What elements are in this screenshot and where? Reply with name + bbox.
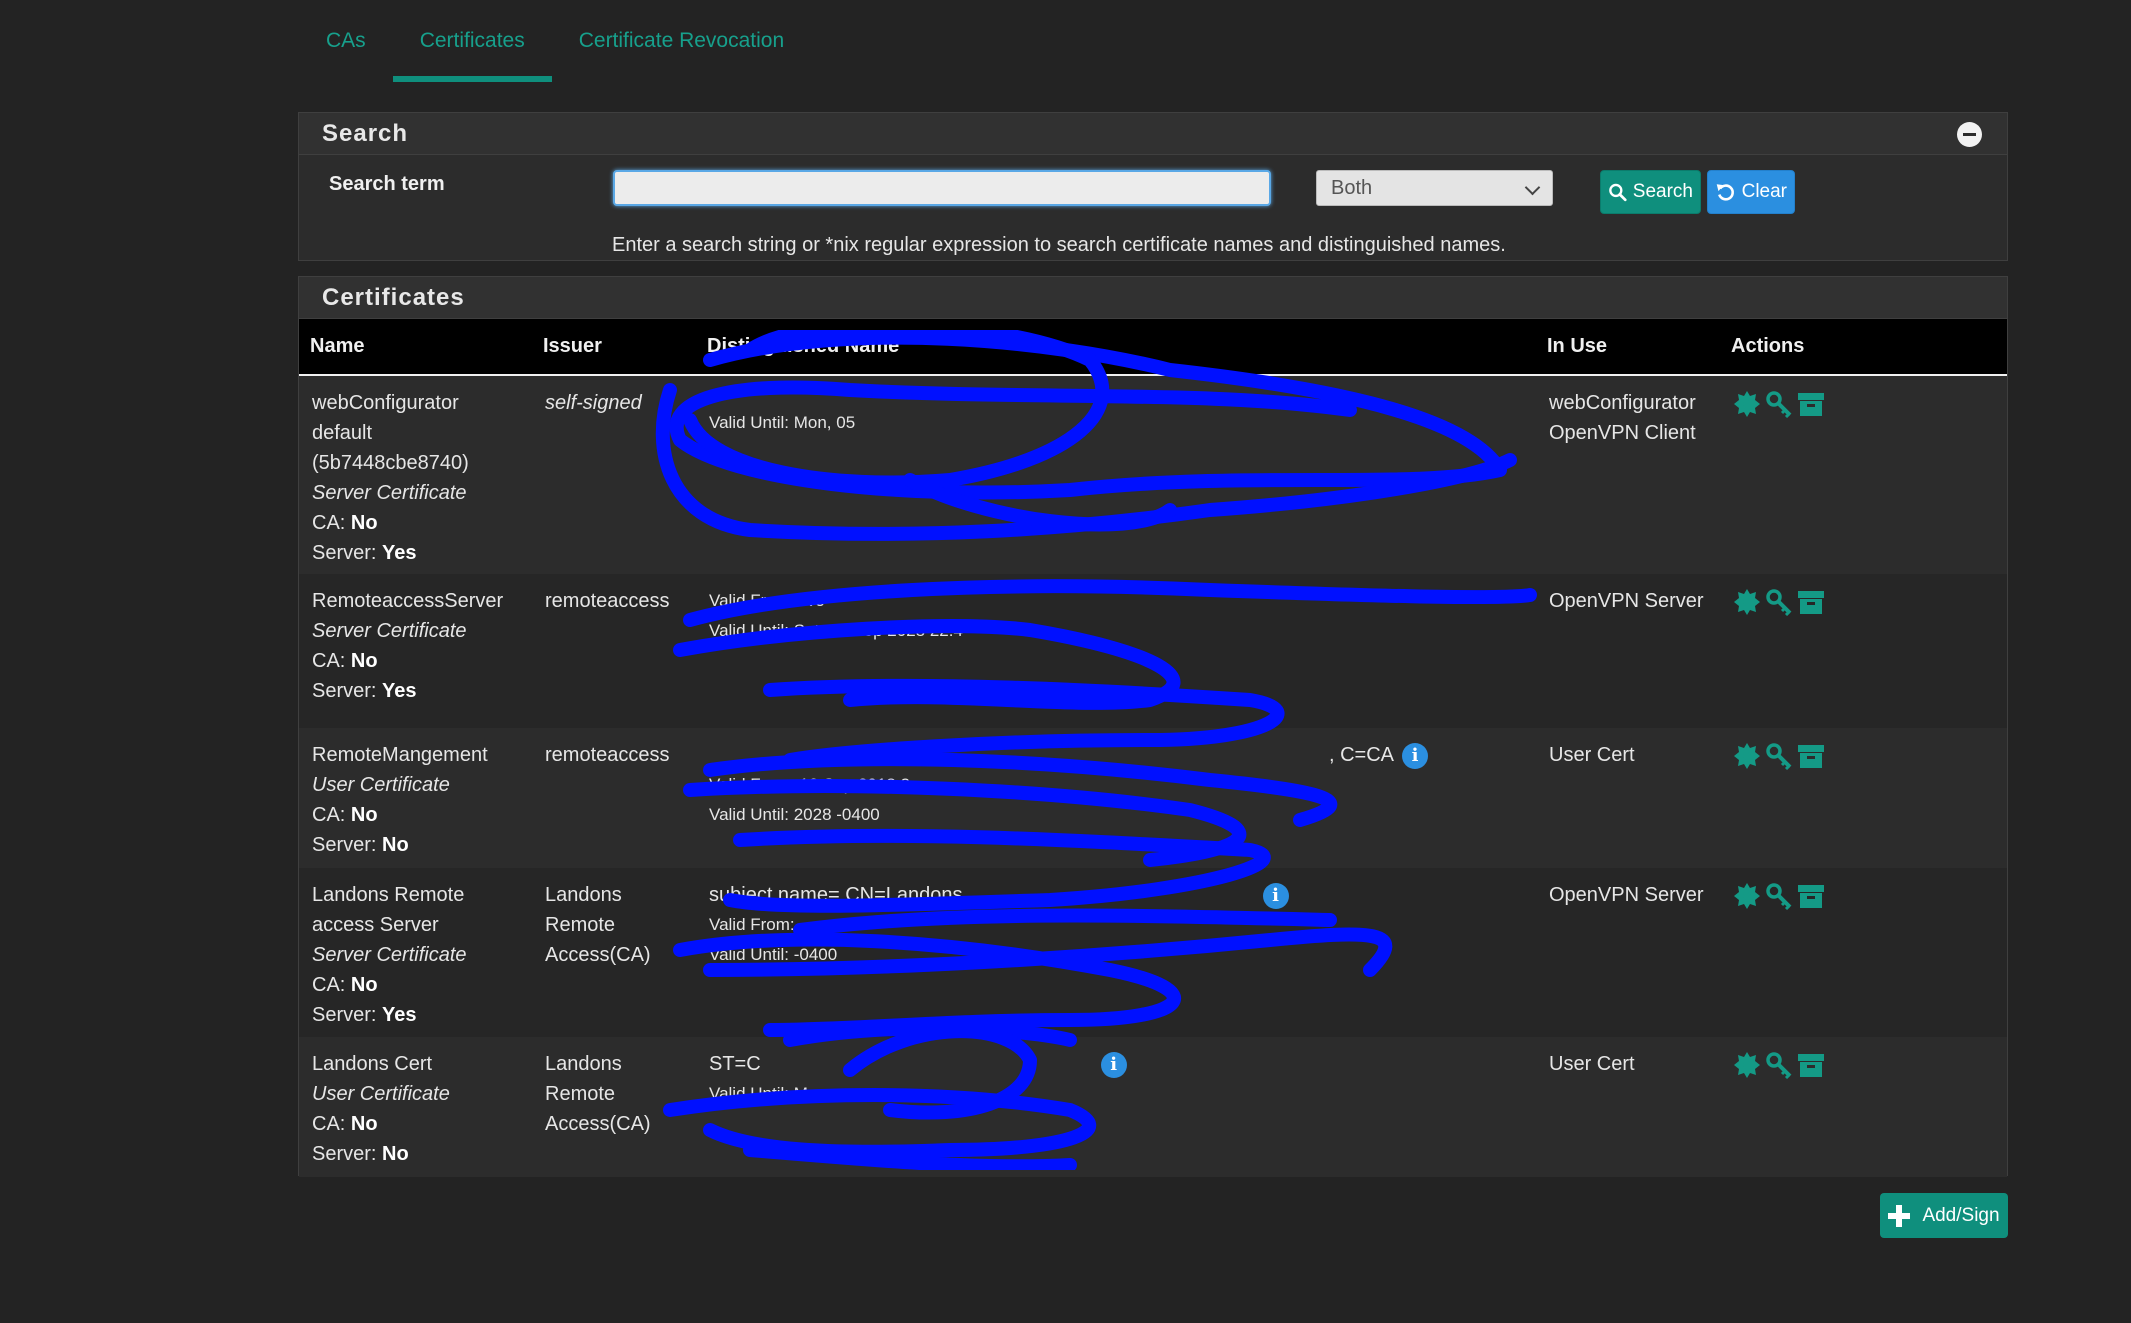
- column-header-in-use[interactable]: In Use: [1536, 319, 1720, 375]
- cert-name-cell: RemoteaccessServer Server Certificate CA…: [299, 574, 532, 728]
- cert-dn-cell: , C=CA i Valid From: 12 Sep 2018 2 Valid …: [696, 728, 1536, 868]
- gear-icon[interactable]: [1733, 742, 1761, 770]
- search-term-label: Search term: [329, 173, 445, 195]
- cert-in-use-cell: User Cert: [1549, 1053, 1635, 1075]
- search-panel: Search Search term Both Search Clear Ent…: [298, 112, 2008, 261]
- search-button-label: Search: [1632, 181, 1693, 202]
- cert-issuer-cell: remoteaccess: [545, 590, 670, 612]
- cert-name-cell: RemoteMangement User Certificate CA: No …: [299, 728, 532, 868]
- cert-name-cell: webConfigurator default (5b7448cbe8740) …: [299, 375, 532, 574]
- add-sign-label: Add/Sign: [1922, 1204, 2000, 1226]
- tab-certificate-revocation[interactable]: Certificate Revocation: [552, 0, 811, 82]
- cert-type: Server Certificate: [312, 944, 467, 966]
- search-icon: [1609, 183, 1627, 202]
- table-header-row: Name Issuer Distinguished Name In Use Ac…: [299, 319, 2007, 375]
- clear-button-label: Clear: [1741, 181, 1787, 202]
- cert-type: Server Certificate: [312, 482, 467, 504]
- cert-actions-cell: [1720, 574, 2007, 728]
- cert-actions-cell: [1720, 868, 2007, 1037]
- tab-cas[interactable]: CAs: [299, 0, 393, 82]
- key-icon[interactable]: [1765, 1051, 1793, 1079]
- gear-icon[interactable]: [1733, 1051, 1761, 1079]
- archive-icon[interactable]: [1797, 390, 1825, 418]
- cert-in-use-cell: webConfigurator OpenVPN Client: [1549, 392, 1696, 444]
- key-icon[interactable]: [1765, 390, 1793, 418]
- cert-type: Server Certificate: [312, 620, 467, 642]
- archive-icon[interactable]: [1797, 742, 1825, 770]
- column-header-distinguished-name[interactable]: Distinguished Name: [696, 319, 1536, 375]
- table-row: Landons Remote access Server Server Cert…: [299, 868, 2007, 1037]
- column-header-issuer[interactable]: Issuer: [532, 319, 696, 375]
- search-button[interactable]: Search: [1600, 170, 1701, 214]
- chevron-down-icon: [1524, 179, 1541, 196]
- search-help-text: Enter a search string or *nix regular ex…: [612, 234, 1506, 256]
- table-row: RemoteaccessServer Server Certificate CA…: [299, 574, 2007, 728]
- archive-icon[interactable]: [1797, 588, 1825, 616]
- cert-issuer-cell: Landons Remote Access(CA): [545, 1053, 651, 1135]
- search-scope-select[interactable]: Both: [1316, 170, 1553, 206]
- tab-certificates[interactable]: Certificates: [392, 0, 552, 82]
- cert-actions-cell: [1720, 375, 2007, 574]
- tab-bar: CAs Certificates Certificate Revocation: [299, 0, 811, 82]
- cert-actions-cell: [1720, 1037, 2007, 1177]
- cert-type: User Certificate: [312, 774, 450, 796]
- cert-name-cell: Landons Remote access Server Server Cert…: [299, 868, 532, 1037]
- certificates-table: Name Issuer Distinguished Name In Use Ac…: [299, 319, 2007, 1177]
- table-row: RemoteMangement User Certificate CA: No …: [299, 728, 2007, 868]
- table-row: Landons Cert User Certificate CA: No Ser…: [299, 1037, 2007, 1177]
- search-scope-value: Both: [1331, 176, 1373, 199]
- clear-button[interactable]: Clear: [1707, 170, 1795, 214]
- archive-icon[interactable]: [1797, 882, 1825, 910]
- info-icon[interactable]: i: [1100, 1051, 1127, 1078]
- cert-issuer-cell: remoteaccess: [545, 744, 670, 766]
- plus-icon: [1888, 1204, 1911, 1227]
- cert-in-use-cell: OpenVPN Server: [1549, 884, 1704, 906]
- cert-actions-cell: [1720, 728, 2007, 868]
- cert-dn-cell: Valid Until: Mon, 05: [709, 413, 856, 432]
- undo-icon: [1716, 184, 1734, 201]
- add-sign-button[interactable]: Add/Sign: [1880, 1193, 2008, 1238]
- column-header-name[interactable]: Name: [299, 319, 532, 375]
- key-icon[interactable]: [1765, 882, 1793, 910]
- archive-icon[interactable]: [1797, 1051, 1825, 1079]
- gear-icon[interactable]: [1733, 588, 1761, 616]
- gear-icon[interactable]: [1733, 882, 1761, 910]
- key-icon[interactable]: [1765, 742, 1793, 770]
- search-panel-heading: Search: [299, 113, 2007, 155]
- cert-dn-cell: subject name= CN=Landons i Valid From: Va…: [696, 868, 1536, 1037]
- cert-name-cell: Landons Cert User Certificate CA: No Ser…: [299, 1037, 532, 1177]
- cert-issuer-cell: Landons Remote Access(CA): [545, 884, 651, 966]
- cert-dn-cell: Valid From: We Valid Until: Sat, 09 Sep …: [709, 591, 963, 640]
- column-header-actions: Actions: [1731, 335, 1805, 357]
- cert-in-use-cell: OpenVPN Server: [1549, 590, 1704, 612]
- table-row: webConfigurator default (5b7448cbe8740) …: [299, 375, 2007, 574]
- certificates-panel-title: Certificates: [322, 283, 465, 311]
- certificates-panel: Certificates Name Issuer Distinguished N…: [298, 276, 2008, 1177]
- cert-issuer-cell: self-signed: [545, 392, 642, 414]
- search-panel-title: Search: [322, 119, 409, 147]
- search-input[interactable]: [613, 170, 1271, 206]
- cert-in-use-cell: User Cert: [1549, 744, 1635, 766]
- gear-icon[interactable]: [1733, 390, 1761, 418]
- cert-type: User Certificate: [312, 1083, 450, 1105]
- certificates-panel-heading: Certificates: [299, 277, 2007, 319]
- info-icon[interactable]: i: [1402, 742, 1429, 769]
- key-icon[interactable]: [1765, 588, 1793, 616]
- cert-dn-cell: ST=C i Valid Until: Mon,: [696, 1037, 1536, 1177]
- info-icon[interactable]: i: [1262, 882, 1289, 909]
- collapse-icon[interactable]: [1957, 122, 1982, 147]
